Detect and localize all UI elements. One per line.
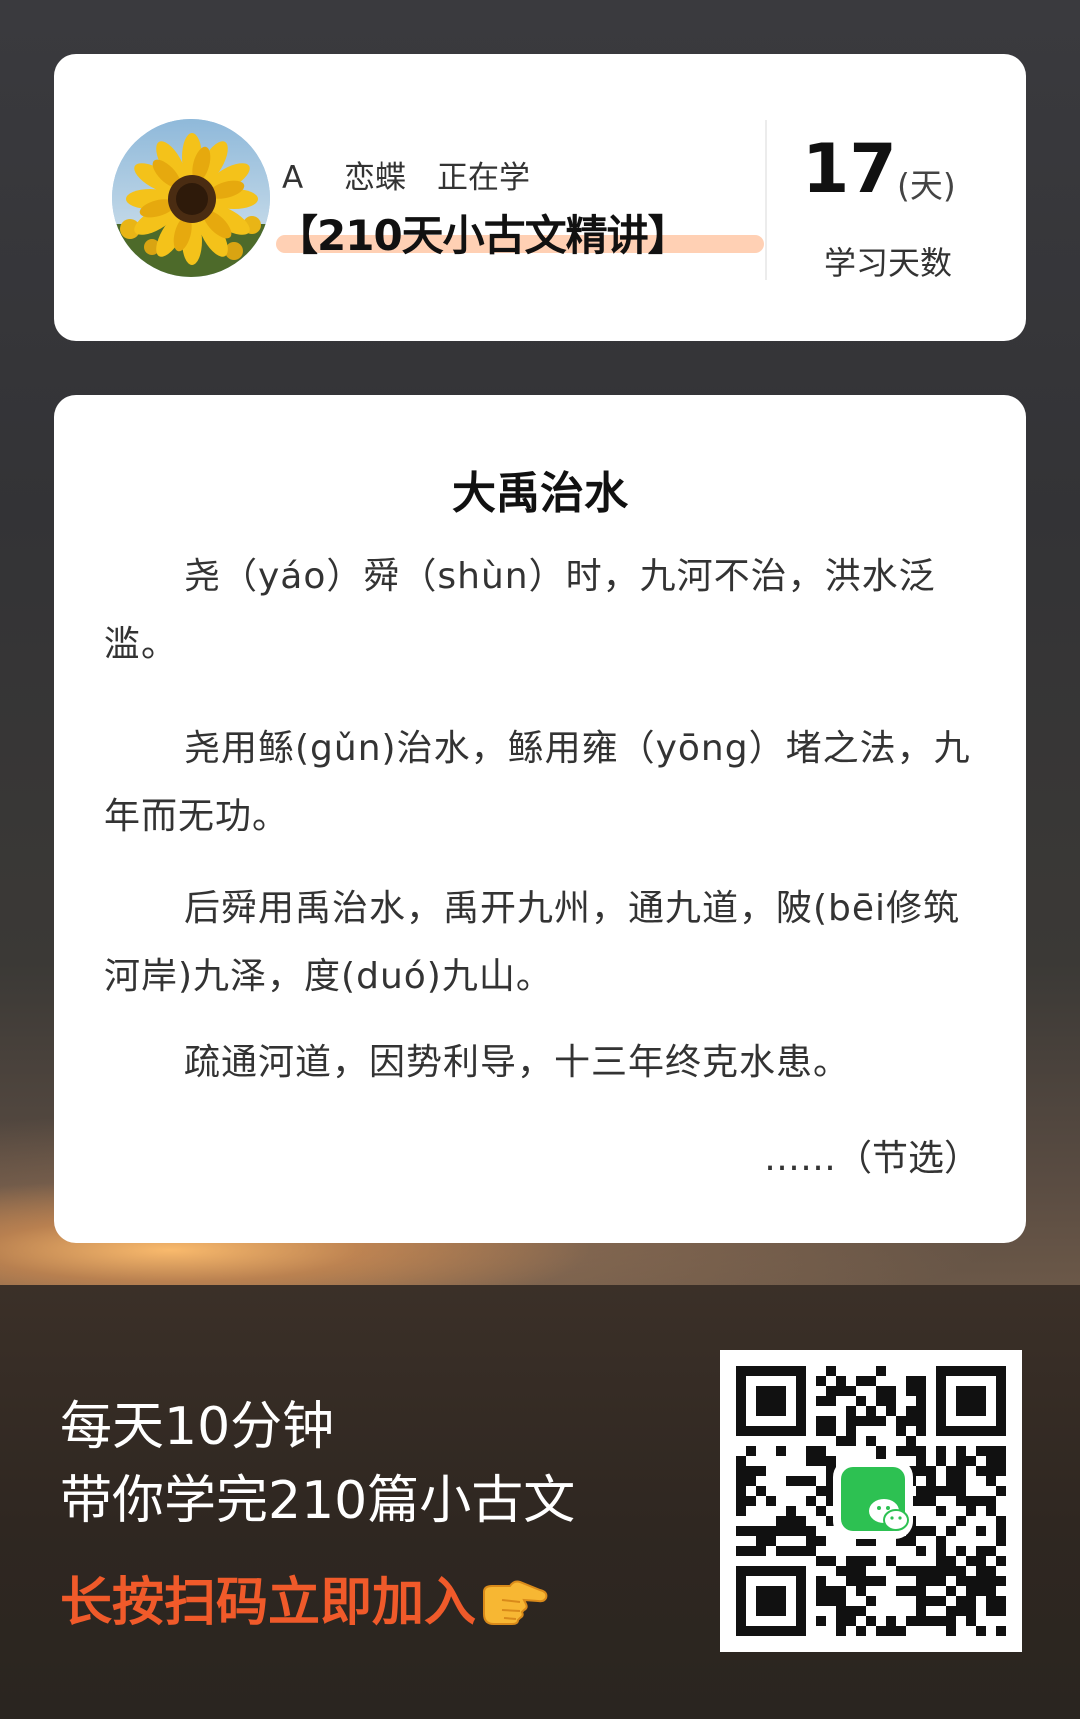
- study-days-unit: (天): [897, 166, 956, 205]
- wechat-qr-code[interactable]: [720, 1350, 1022, 1652]
- user-status-line: A 恋蝶 正在学: [282, 160, 531, 196]
- promo-line-2: 带你学完210篇小古文: [60, 1471, 576, 1531]
- story-paragraph: 尧用鲧(gǔn)治水，鲧用雍（yōng）堵之法，九年而无功。: [104, 728, 971, 837]
- promo-line-1: 每天10分钟: [60, 1397, 335, 1457]
- avatar[interactable]: [112, 119, 270, 277]
- course-title-block: 【210天小古文精讲】: [276, 202, 766, 272]
- story-card: 大禹治水 尧（yáo）舜（shùn）时，九河不治，洪水泛滥。 尧用鲧(gǔn)治…: [54, 395, 1026, 1243]
- study-days-count: 17: [802, 130, 897, 209]
- sunflower-avatar-icon: [112, 119, 270, 277]
- story-paragraph: 尧（yáo）舜（shùn）时，九河不治，洪水泛滥。: [104, 556, 936, 665]
- study-days-label: 学习天数: [824, 244, 953, 282]
- join-cta[interactable]: 长按扫码立即加入: [60, 1560, 550, 1639]
- story-paragraph: 疏通河道，因势利导，十三年终克水患。: [184, 1042, 851, 1083]
- learner-card: A 恋蝶 正在学 【210天小古文精讲】 17 (天) 学习天数: [54, 54, 1026, 341]
- story-paragraph: 后舜用禹治水，禹开九州，通九道，陂(bēi修筑河岸)九泽，度(duó)九山。: [104, 888, 961, 997]
- join-cta-label: 长按扫码立即加入: [60, 1573, 477, 1633]
- story-title: 大禹治水: [452, 468, 628, 519]
- course-title: 【210天小古文精讲】: [276, 211, 690, 260]
- wechat-logo-icon: [837, 1463, 909, 1535]
- header-divider: [765, 120, 767, 280]
- excerpt-note: ……（节选）: [763, 1138, 980, 1179]
- pointing-hand-icon: [480, 1574, 550, 1639]
